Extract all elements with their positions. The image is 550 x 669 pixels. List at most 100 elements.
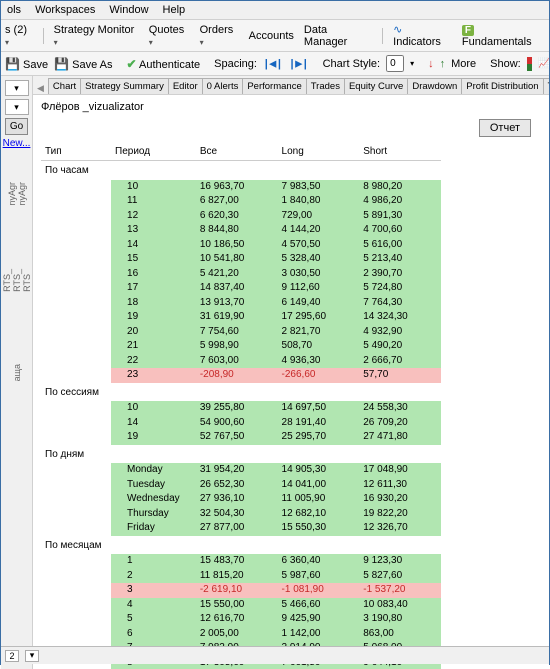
table-row: 207 754,602 821,704 932,90	[41, 325, 441, 340]
col-long: Long	[278, 143, 360, 161]
table-row: 211 815,205 987,605 827,60	[41, 569, 441, 584]
table-row: 62 005,001 142,00863,00	[41, 627, 441, 642]
tab-scroll-left[interactable]: ◀	[35, 83, 46, 94]
show-candle-icon[interactable]: ▮	[527, 57, 533, 71]
fundamentals-button[interactable]: F Fundamentals	[462, 24, 545, 48]
more-dropdown[interactable]: More	[451, 58, 476, 70]
report-area: Флёров _vizualizator Отчет Тип Период Вс…	[33, 95, 549, 669]
report-button[interactable]: Отчет	[479, 119, 531, 137]
sidebar-label-1: nyAgrnyAgr	[7, 182, 27, 206]
sidebar-label-3: аща	[12, 364, 22, 381]
col-period: Период	[111, 143, 196, 161]
authenticate-button[interactable]: ✔ Authenticate	[126, 57, 200, 71]
main-panel: ◀ ChartStrategy SummaryEditor0 AlertsPer…	[33, 76, 549, 669]
tab-chart[interactable]: Chart	[48, 78, 81, 94]
table-row: 1454 900,6028 191,4026 709,20	[41, 416, 441, 431]
strategies-dropdown[interactable]: s (2)	[5, 24, 33, 48]
tab-performance[interactable]: Performance	[242, 78, 306, 94]
table-row: 512 616,709 425,903 190,80	[41, 612, 441, 627]
section-header: По месяцам	[41, 536, 441, 555]
table-row: 138 844,804 144,204 700,60	[41, 223, 441, 238]
check-icon: ✔	[126, 57, 136, 71]
status-box-2[interactable]: ▾	[25, 650, 39, 662]
save-icon: 💾	[5, 57, 20, 71]
section-header: По дням	[41, 445, 441, 464]
table-row: 116 827,001 840,804 986,20	[41, 194, 441, 209]
saveas-button[interactable]: 💾 Save As	[54, 57, 112, 71]
table-row: 215 998,90508,705 490,20	[41, 339, 441, 354]
indicators-button[interactable]: ∿ Indicators	[393, 23, 452, 48]
down-button[interactable]: ↓	[428, 58, 434, 70]
table-row: Wednesday27 936,1011 005,9016 930,20	[41, 492, 441, 507]
table-row: Tuesday26 652,3014 041,0012 611,30	[41, 478, 441, 493]
status-box-1[interactable]: 2	[5, 650, 19, 662]
table-row: 1813 913,706 149,407 764,30	[41, 296, 441, 311]
table-row: 1410 186,504 570,505 616,00	[41, 238, 441, 253]
table-row: 1952 767,5025 295,7027 471,80	[41, 430, 441, 445]
chart-toolbar: 💾 Save 💾 Save As ✔ Authenticate Spacing:…	[1, 52, 549, 76]
table-row: 415 550,005 466,6010 083,40	[41, 598, 441, 613]
strategy-monitor-button[interactable]: Strategy Monitor	[54, 24, 139, 48]
tab-editor[interactable]: Editor	[168, 78, 203, 94]
table-row: 1714 837,409 112,605 724,80	[41, 281, 441, 296]
section-header: По сессиям	[41, 383, 441, 402]
table-row: Thursday32 504,3012 682,1019 822,20	[41, 507, 441, 522]
chartstyle-dropdown[interactable]: ▾	[410, 59, 414, 68]
indicators-icon: ∿	[393, 23, 402, 36]
orders-button[interactable]: Orders	[200, 24, 239, 48]
fundamentals-icon: F	[462, 25, 474, 36]
sidebar-dropdown-1[interactable]: ▾	[5, 80, 29, 96]
save-button[interactable]: 💾 Save	[5, 57, 48, 71]
menu-help[interactable]: Help	[163, 4, 186, 16]
menu-tools[interactable]: ols	[7, 4, 21, 16]
table-row: 23-208,90-266,6057,70	[41, 368, 441, 383]
chartstyle-label: Chart Style:	[323, 58, 380, 70]
table-row: 165 421,203 030,502 390,70	[41, 267, 441, 282]
sidebar-label-2: RTS_RTS_RTS	[2, 269, 32, 292]
report-table: Тип Период Все Long Short По часам1016 9…	[41, 143, 441, 669]
col-all: Все	[196, 143, 278, 161]
spacing-wide-button[interactable]: |▶|	[289, 57, 309, 71]
report-title: Флёров _vizualizator	[41, 101, 541, 113]
table-row: 115 483,706 360,409 123,30	[41, 554, 441, 569]
new-link[interactable]: New...	[3, 138, 31, 149]
tab-drawdown[interactable]: Drawdown	[407, 78, 462, 94]
table-row: Friday27 877,0015 550,3012 326,70	[41, 521, 441, 536]
data-manager-button[interactable]: Data Manager	[304, 24, 372, 48]
menu-workspaces[interactable]: Workspaces	[35, 4, 95, 16]
tab-0-alerts[interactable]: 0 Alerts	[202, 78, 244, 94]
table-row: 1931 619,9017 295,6014 324,30	[41, 310, 441, 325]
table-row: 126 620,30729,005 891,30	[41, 209, 441, 224]
table-row: Monday31 954,2014 905,3017 048,90	[41, 463, 441, 478]
col-short: Short	[359, 143, 441, 161]
tab-profit-distribution[interactable]: Profit Distribution	[461, 78, 543, 94]
col-type: Тип	[41, 143, 111, 161]
accounts-button[interactable]: Accounts	[249, 30, 294, 42]
table-row: 3-2 619,10-1 081,90-1 537,20	[41, 583, 441, 598]
up-button[interactable]: ↑	[440, 58, 446, 70]
left-sidebar: ▾ ▾ Go New... nyAgrnyAgr RTS_RTS_RTS аща	[1, 76, 33, 669]
tab-trade-graphs[interactable]: Trade Graphs	[543, 78, 549, 94]
quotes-button[interactable]: Quotes	[149, 24, 190, 48]
table-row: 1510 541,805 328,405 213,40	[41, 252, 441, 267]
table-row: 1016 963,707 983,508 980,20	[41, 180, 441, 195]
tab-trades[interactable]: Trades	[306, 78, 345, 94]
table-row: 1039 255,8014 697,5024 558,30	[41, 401, 441, 416]
tab-strip: ◀ ChartStrategy SummaryEditor0 AlertsPer…	[33, 76, 549, 95]
tab-strategy-summary[interactable]: Strategy Summary	[80, 78, 169, 94]
saveas-icon: 💾	[54, 57, 69, 71]
main-toolbar: s (2) Strategy Monitor Quotes Orders Acc…	[1, 20, 549, 52]
spacing-label: Spacing:	[214, 58, 257, 70]
go-button[interactable]: Go	[5, 118, 28, 135]
menu-bar: ols Workspaces Window Help	[1, 1, 549, 20]
show-chart-icon[interactable]: 📈	[538, 57, 549, 71]
sidebar-dropdown-2[interactable]: ▾	[5, 99, 29, 115]
chartstyle-input[interactable]	[386, 55, 404, 72]
table-row: 227 603,004 936,302 666,70	[41, 354, 441, 369]
tab-equity-curve[interactable]: Equity Curve	[344, 78, 408, 94]
menu-window[interactable]: Window	[109, 4, 148, 16]
status-bar: 2 ▾	[1, 646, 549, 664]
section-header: По часам	[41, 161, 441, 180]
spacing-narrow-button[interactable]: |◀|	[263, 57, 283, 71]
show-label: Show:	[490, 58, 521, 70]
